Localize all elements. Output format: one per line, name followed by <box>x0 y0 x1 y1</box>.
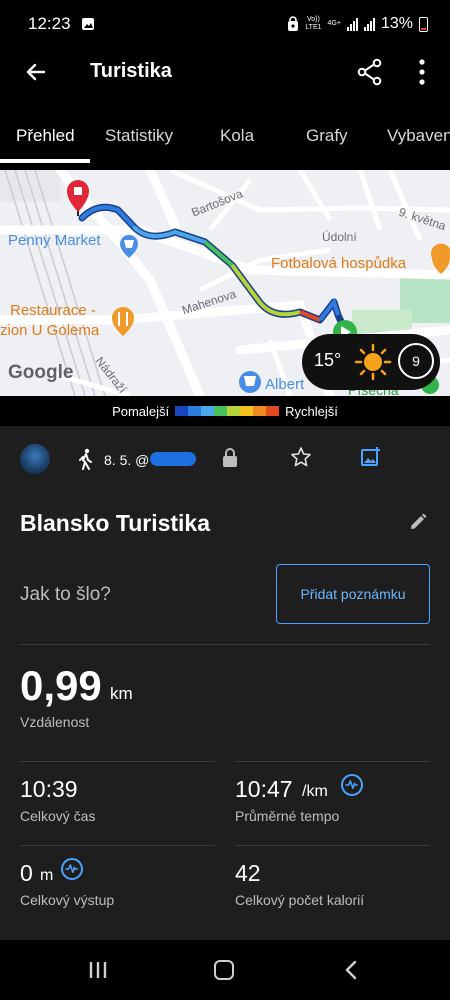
battery-percent: 13% <box>380 15 413 32</box>
tab-prehled[interactable]: Přehled <box>16 126 75 146</box>
system-nav-bar <box>0 940 450 1000</box>
map-label-albert: Albert <box>265 376 305 393</box>
avg-pace-value: 10:47 <box>235 776 293 802</box>
total-ascent-value: 0 <box>20 860 33 886</box>
more-vert-icon <box>419 59 425 85</box>
app-bar: Turistika <box>0 48 450 96</box>
sun-icon <box>354 343 392 381</box>
page-title: Turistika <box>90 60 172 82</box>
distance-label: Vzdálenost <box>20 714 90 730</box>
edit-icon[interactable] <box>408 512 428 532</box>
google-logo: Google <box>8 362 74 383</box>
distance-unit: km <box>110 684 133 703</box>
share-icon <box>357 58 382 86</box>
tab-statistiky[interactable]: Statistiky <box>105 126 173 146</box>
activity-details: 8. 5. @ Blansko Turistika Jak to šlo? Př… <box>0 426 450 940</box>
hiking-icon <box>79 448 92 470</box>
map-label-restaurace-2: zion U Golema <box>0 322 100 339</box>
tab-vybaveni[interactable]: Vybaven <box>387 126 450 146</box>
weather-temperature: 15° <box>314 350 342 370</box>
signal-icon <box>346 17 358 31</box>
recents-icon[interactable] <box>88 961 108 979</box>
network-volte: Vo)) LTE1 <box>305 16 322 31</box>
ascent-chart-icon[interactable] <box>61 858 83 880</box>
weather-badge: 9 <box>398 343 434 379</box>
total-ascent-label: Celkový výstup <box>20 892 115 908</box>
add-note-button[interactable]: Přidat poznámku <box>276 564 430 624</box>
image-notification-icon <box>81 18 94 30</box>
map-label-penny: Penny Market <box>8 232 101 249</box>
calories-label: Celkový počet kalorií <box>235 892 365 908</box>
status-time: 12:23 <box>28 14 71 33</box>
status-bar: 12:23 Vo)) LTE1 4G+ 13% <box>0 0 450 48</box>
arrow-left-icon <box>26 63 46 81</box>
redacted-time <box>150 452 196 466</box>
avg-pace-unit: /km <box>302 783 328 800</box>
divider <box>20 761 215 762</box>
calories-value: 42 <box>235 860 261 886</box>
legend-slower: Pomalejší <box>112 403 170 419</box>
weather-pill[interactable]: 15° 9 <box>302 334 440 390</box>
legend-faster: Rychlejší <box>285 403 338 419</box>
activity-title: Blansko Turistika <box>20 510 211 536</box>
avatar[interactable] <box>20 444 50 474</box>
nav-back-icon[interactable] <box>344 960 358 980</box>
divider <box>20 644 430 645</box>
battery-icon <box>419 16 428 32</box>
map-label-restaurace-1: Restaurace - <box>10 302 96 319</box>
tab-underline <box>0 159 90 163</box>
share-button[interactable] <box>356 58 384 86</box>
avg-pace-label: Průměrné tempo <box>235 808 340 824</box>
pace-chart-icon[interactable] <box>341 774 363 796</box>
total-ascent-unit: m <box>40 867 54 884</box>
legend-gradient <box>175 406 280 416</box>
star-icon[interactable] <box>290 446 312 468</box>
lock-icon[interactable] <box>222 448 238 468</box>
home-icon[interactable] <box>214 960 234 980</box>
distance-value: 0,99 <box>20 662 102 709</box>
map-label-udolni: Údolní <box>322 230 357 244</box>
mood-prompt[interactable]: Jak to šlo? <box>20 584 111 606</box>
tab-grafy[interactable]: Grafy <box>306 126 348 146</box>
divider <box>235 845 430 846</box>
activity-meta-row: 8. 5. @ <box>0 440 450 480</box>
tab-kola[interactable]: Kola <box>220 126 254 146</box>
total-time-value: 10:39 <box>20 776 78 802</box>
back-button[interactable] <box>22 58 50 86</box>
signal-icon-2 <box>363 17 375 31</box>
vpn-key-icon <box>288 16 299 31</box>
divider <box>20 845 215 846</box>
total-time-label: Celkový čas <box>20 808 96 824</box>
add-photo-icon[interactable] <box>360 446 382 468</box>
pace-legend: Pomalejší Rychlejší <box>0 400 450 422</box>
activity-date: 8. 5. @ <box>104 452 150 468</box>
map-label-fotbalova: Fotbalová hospůdka <box>271 255 407 272</box>
network-type: 4G+ <box>327 20 341 27</box>
tab-bar: Přehled Statistiky Kola Grafy Vybaven <box>0 112 450 164</box>
divider <box>235 761 430 762</box>
more-options-button[interactable] <box>410 58 434 86</box>
